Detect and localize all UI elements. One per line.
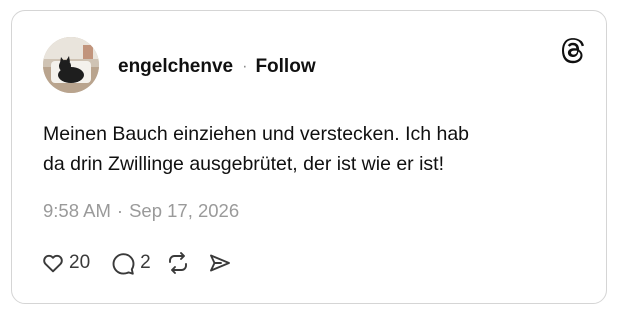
heart-icon xyxy=(43,254,63,273)
post-text: Meinen Bauch einziehen und verstecken. I… xyxy=(43,119,563,179)
timestamp[interactable]: 9:58 AM · Sep 17, 2026 xyxy=(43,199,239,223)
send-icon xyxy=(209,254,230,272)
speech-bubble-icon xyxy=(112,253,135,275)
share-button[interactable] xyxy=(207,251,233,275)
threads-logo-icon[interactable] xyxy=(558,36,588,66)
post-time: 9:58 AM xyxy=(43,200,111,221)
action-bar: 20 2 xyxy=(41,249,233,277)
author-separator: · xyxy=(242,58,248,75)
author-row: engelchenve · Follow xyxy=(118,56,316,78)
like-count: 20 xyxy=(69,252,91,273)
post-date: Sep 17, 2026 xyxy=(129,200,240,221)
post-text-line-2: da drin Zwillinge ausgebrütet, der ist w… xyxy=(43,153,445,175)
reply-count: 2 xyxy=(140,252,151,273)
username[interactable]: engelchenve xyxy=(118,56,233,78)
post-text-line-1: Meinen Bauch einziehen und verstecken. I… xyxy=(43,123,470,145)
reply-button[interactable]: 2 xyxy=(110,251,151,275)
repost-button[interactable] xyxy=(165,251,191,275)
time-separator: · xyxy=(116,200,124,221)
avatar[interactable] xyxy=(43,37,99,93)
follow-button[interactable]: Follow xyxy=(255,56,315,78)
post-card: engelchenve · Follow Meinen Bauch einzie… xyxy=(11,10,607,304)
cat-photo-avatar-image xyxy=(43,37,99,93)
like-button[interactable]: 20 xyxy=(41,251,90,275)
repost-icon xyxy=(168,252,187,274)
